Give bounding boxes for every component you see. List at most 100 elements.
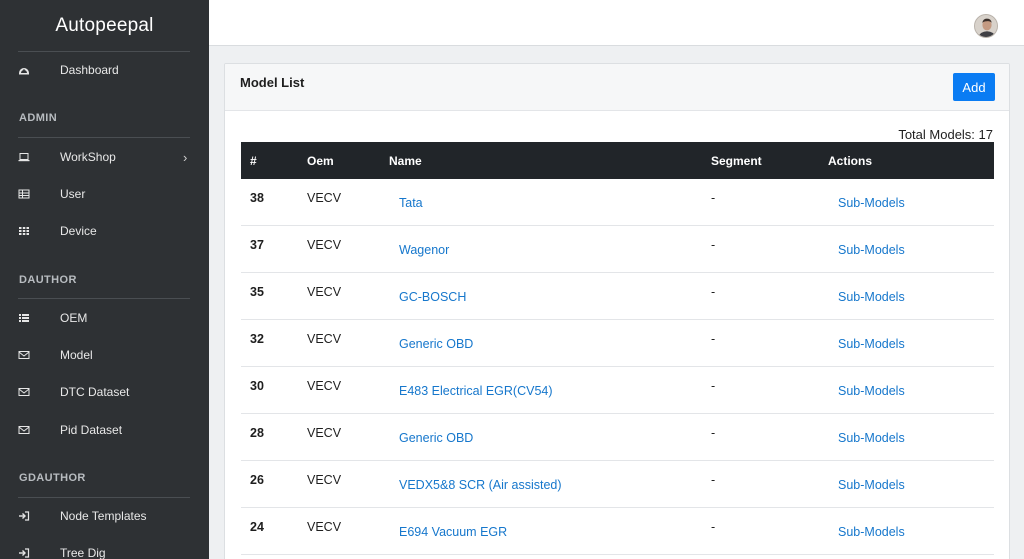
- sidebar-item-workshop[interactable]: WorkShop ›: [0, 142, 209, 172]
- model-name-link[interactable]: Generic OBD: [399, 337, 473, 351]
- section-admin: ADMIN: [19, 112, 58, 124]
- list-icon: [18, 312, 30, 324]
- user-avatar[interactable]: [974, 14, 998, 38]
- brand-logo[interactable]: Autopeepal: [0, 15, 209, 37]
- sidebar: Autopeepal Dashboard ADMIN WorkShop › Us…: [0, 0, 209, 559]
- model-name-link[interactable]: Wagenor: [399, 243, 449, 257]
- row-oem: VECV: [307, 379, 342, 393]
- row-number: 28: [250, 426, 264, 440]
- model-name-link[interactable]: GC-BOSCH: [399, 290, 466, 304]
- row-segment: -: [711, 285, 716, 299]
- sub-models-link[interactable]: Sub-Models: [838, 384, 905, 398]
- model-name-link[interactable]: E694 Vacuum EGR: [399, 525, 507, 539]
- table-header: # Oem Name Segment Actions: [241, 142, 994, 179]
- sidebar-item-label: DTC Dataset: [60, 385, 130, 399]
- sidebar-item-model[interactable]: Model: [0, 340, 209, 370]
- row-segment: -: [711, 238, 716, 252]
- grid-icon: [18, 225, 30, 237]
- divider: [18, 298, 190, 299]
- column-header-actions: Actions: [828, 154, 873, 168]
- sign-in-icon: [18, 510, 30, 522]
- row-oem: VECV: [307, 426, 342, 440]
- row-number: 37: [250, 238, 264, 252]
- sidebar-item-label: Device: [60, 224, 97, 238]
- sidebar-item-label: Tree Dig: [60, 546, 106, 559]
- row-segment: -: [711, 332, 716, 346]
- sign-in-icon: [18, 547, 30, 559]
- page-title: Model List: [240, 75, 305, 90]
- sidebar-item-label: OEM: [60, 311, 88, 325]
- table-row: 32 VECV Generic OBD - Sub-Models: [241, 320, 994, 367]
- row-oem: VECV: [307, 191, 342, 205]
- divider: [18, 497, 190, 498]
- row-number: 32: [250, 332, 264, 346]
- dashboard-icon: [18, 64, 30, 76]
- divider: [18, 137, 190, 138]
- envelope-icon: [18, 424, 30, 436]
- sub-models-link[interactable]: Sub-Models: [838, 478, 905, 492]
- envelope-icon: [18, 349, 30, 361]
- sub-models-link[interactable]: Sub-Models: [838, 243, 905, 257]
- column-header-oem: Oem: [307, 154, 334, 168]
- table-row: 24 VECV E694 Vacuum EGR - Sub-Models: [241, 508, 994, 555]
- sidebar-item-dtc-dataset[interactable]: DTC Dataset: [0, 377, 209, 407]
- column-header-segment: Segment: [711, 154, 762, 168]
- table-icon: [18, 188, 30, 200]
- sidebar-item-label: Pid Dataset: [60, 423, 123, 437]
- table-row: 28 VECV Generic OBD - Sub-Models: [241, 414, 994, 461]
- model-list-card: Model List Add Total Models: 17 # Oem Na…: [224, 63, 1010, 559]
- section-dauthor: DAUTHOR: [19, 274, 77, 286]
- row-oem: VECV: [307, 238, 342, 252]
- column-header-number: #: [250, 154, 257, 168]
- sub-models-link[interactable]: Sub-Models: [838, 525, 905, 539]
- row-number: 24: [250, 520, 264, 534]
- row-oem: VECV: [307, 520, 342, 534]
- row-number: 30: [250, 379, 264, 393]
- table-row: 30 VECV E483 Electrical EGR(CV54) - Sub-…: [241, 367, 994, 414]
- sub-models-link[interactable]: Sub-Models: [838, 431, 905, 445]
- model-name-link[interactable]: Generic OBD: [399, 431, 473, 445]
- column-header-name: Name: [389, 154, 422, 168]
- model-name-link[interactable]: E483 Electrical EGR(CV54): [399, 384, 553, 398]
- sidebar-item-user[interactable]: User: [0, 179, 209, 209]
- row-segment: -: [711, 473, 716, 487]
- sidebar-item-oem[interactable]: OEM: [0, 303, 209, 333]
- row-segment: -: [711, 426, 716, 440]
- top-bar: [209, 0, 1024, 46]
- row-segment: -: [711, 379, 716, 393]
- sidebar-item-label: Node Templates: [60, 509, 147, 523]
- laptop-icon: [18, 151, 30, 163]
- add-button[interactable]: Add: [953, 73, 995, 101]
- chevron-right-icon: ›: [183, 149, 188, 165]
- divider: [18, 51, 190, 52]
- row-segment: -: [711, 520, 716, 534]
- row-number: 38: [250, 191, 264, 205]
- sidebar-item-label: User: [60, 187, 86, 201]
- model-name-link[interactable]: Tata: [399, 196, 423, 210]
- row-oem: VECV: [307, 285, 342, 299]
- total-models-count: Total Models: 17: [898, 127, 993, 142]
- table-row: 38 VECV Tata - Sub-Models: [241, 179, 994, 226]
- sub-models-link[interactable]: Sub-Models: [838, 337, 905, 351]
- row-number: 26: [250, 473, 264, 487]
- envelope-icon: [18, 386, 30, 398]
- sidebar-item-label: Dashboard: [60, 63, 119, 77]
- section-gdauthor: GDAUTHOR: [19, 472, 86, 484]
- model-name-link[interactable]: VEDX5&8 SCR (Air assisted): [399, 478, 562, 492]
- row-segment: -: [711, 191, 716, 205]
- sidebar-item-tree-dig[interactable]: Tree Dig: [0, 538, 209, 559]
- row-oem: VECV: [307, 473, 342, 487]
- sub-models-link[interactable]: Sub-Models: [838, 290, 905, 304]
- card-header: Model List Add: [225, 64, 1009, 111]
- sidebar-item-pid-dataset[interactable]: Pid Dataset: [0, 415, 209, 445]
- row-oem: VECV: [307, 332, 342, 346]
- sidebar-item-device[interactable]: Device: [0, 216, 209, 246]
- sidebar-item-label: Model: [60, 348, 93, 362]
- row-number: 35: [250, 285, 264, 299]
- table-row: 37 VECV Wagenor - Sub-Models: [241, 226, 994, 273]
- sub-models-link[interactable]: Sub-Models: [838, 196, 905, 210]
- sidebar-item-node-templates[interactable]: Node Templates: [0, 501, 209, 531]
- sidebar-item-dashboard[interactable]: Dashboard: [0, 55, 209, 85]
- table-row: 35 VECV GC-BOSCH - Sub-Models: [241, 273, 994, 320]
- table-row: 26 VECV VEDX5&8 SCR (Air assisted) - Sub…: [241, 461, 994, 508]
